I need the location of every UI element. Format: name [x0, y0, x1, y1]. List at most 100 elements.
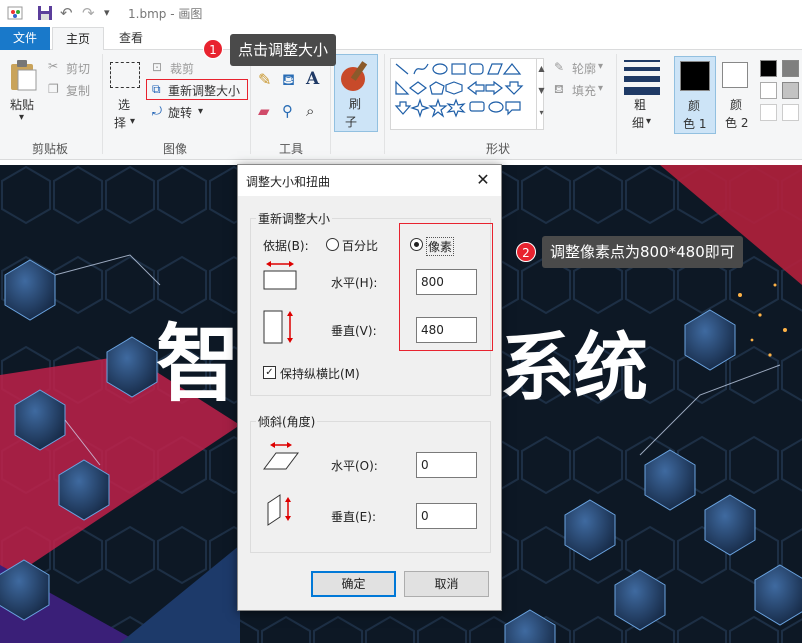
separator — [330, 54, 331, 154]
keep-ratio-label[interactable]: 保持纵横比(M) — [280, 365, 360, 382]
crop-button[interactable]: 裁剪 — [170, 60, 194, 77]
keep-ratio-checkbox[interactable]: ✓ — [263, 366, 276, 379]
ribbon: 粘贴 ▾ ✂ 剪切 ❐ 复制 剪贴板 选 择 ▾ ⊡ 裁剪 ⧉ 重新调整大小 ⤾… — [0, 50, 802, 160]
dialog-titlebar: 调整大小和扭曲 ✕ — [238, 165, 501, 196]
size-label-top[interactable]: 粗 — [634, 96, 646, 113]
resize-horizontal-label: 水平(H): — [331, 276, 378, 290]
redo-icon[interactable]: ↷ — [82, 4, 95, 22]
close-icon[interactable]: ✕ — [473, 170, 493, 190]
size-dropdown-icon[interactable]: ▾ — [646, 116, 651, 127]
separator — [384, 54, 385, 154]
save-icon[interactable] — [36, 4, 54, 22]
background-title-left: 智 — [156, 315, 240, 413]
tab-file[interactable]: 文件 — [0, 27, 50, 50]
percent-radio[interactable] — [326, 238, 339, 251]
select-icon[interactable] — [110, 62, 140, 88]
group-label-shapes: 形状 — [485, 142, 510, 156]
outline-icon: ✎ — [554, 60, 565, 74]
outline-button[interactable]: 轮廓 — [572, 60, 596, 77]
callout-step-2: 调整像素点为800*480即可 — [542, 236, 743, 268]
resize-button[interactable]: 重新调整大小 — [168, 82, 240, 99]
palette-swatch[interactable] — [760, 104, 777, 121]
color1-swatch — [680, 61, 710, 91]
resize-icon: ⧉ — [152, 82, 161, 96]
eraser-icon[interactable]: ▰ — [258, 102, 270, 120]
select-button-bottom[interactable]: 择 — [114, 114, 126, 131]
color-picker-icon[interactable]: ⚲ — [282, 102, 293, 120]
outline-dropdown-icon[interactable]: ▾ — [598, 61, 603, 72]
resize-horizontal-icon — [263, 261, 297, 290]
group-label-tools: 工具 — [278, 142, 303, 156]
tab-home[interactable]: 主页 — [52, 27, 104, 51]
ribbon-tabs: 文件 主页 查看 — [0, 27, 802, 51]
shapes-scroll[interactable]: ▲ ▼ ▾ — [536, 58, 546, 130]
title-bar: ↶ ↷ ▾ 1.bmp - 画图 — [0, 0, 802, 27]
step-badge-2: 2 — [516, 242, 536, 262]
color2-label-bottom[interactable]: 色 2 — [725, 114, 748, 131]
shapes-gallery-icons — [394, 63, 524, 118]
skew-horizontal-label: 水平(O): — [331, 459, 378, 473]
fill-icon: ⛾ — [554, 82, 564, 96]
cut-button[interactable]: 剪切 — [66, 60, 90, 77]
pencil-icon[interactable]: ✎ — [258, 70, 271, 89]
paint-app-icon — [7, 6, 23, 20]
paste-icon[interactable] — [8, 58, 38, 92]
fill-dropdown-icon[interactable]: ▾ — [598, 83, 603, 94]
brushes-button[interactable]: 刷 子 — [334, 54, 378, 132]
palette-swatch[interactable] — [782, 60, 799, 77]
palette-swatch[interactable] — [760, 82, 777, 99]
text-tool-icon[interactable]: A — [306, 69, 319, 89]
percent-label[interactable]: 百分比 — [342, 237, 378, 254]
skew-vertical-label: 垂直(E): — [331, 510, 376, 524]
color1-label-bottom: 色 1 — [683, 117, 707, 131]
fill-bucket-icon[interactable]: ⛾ — [282, 70, 295, 91]
undo-icon[interactable]: ↶ — [60, 4, 73, 22]
pixels-label[interactable]: 像素 — [426, 237, 455, 256]
color1-label-top: 颜 — [688, 99, 701, 113]
select-button-top[interactable]: 选 — [118, 96, 130, 113]
palette-swatch[interactable] — [782, 104, 799, 121]
palette-swatch[interactable] — [782, 82, 799, 99]
skew-vertical-icon — [267, 494, 291, 526]
pixels-radio[interactable] — [410, 238, 423, 251]
cancel-button[interactable]: 取消 — [404, 571, 489, 597]
brush-icon — [341, 61, 368, 91]
cut-icon: ✂ — [48, 59, 59, 73]
resize-legend: 重新调整大小 — [256, 210, 333, 227]
resize-vertical-input[interactable]: 480 — [416, 317, 477, 343]
color1-button[interactable]: 颜 色 1 — [674, 56, 716, 134]
skew-horizontal-icon — [263, 442, 299, 470]
skew-horizontal-input[interactable]: 0 — [416, 452, 477, 478]
copy-icon: ❐ — [48, 82, 59, 96]
rotate-icon: ⤾ — [152, 104, 162, 118]
color2-label-top[interactable]: 颜 — [730, 96, 742, 113]
brushes-label-top: 刷 — [349, 97, 362, 111]
separator — [616, 54, 617, 154]
paste-dropdown-icon[interactable]: ▾ — [19, 112, 24, 123]
dialog-title: 调整大小和扭曲 — [246, 175, 331, 189]
background-title-right: 系统 — [500, 325, 648, 411]
color2-swatch[interactable] — [722, 62, 748, 88]
magnifier-icon[interactable]: ⌕ — [306, 102, 314, 120]
size-icon[interactable] — [624, 60, 660, 95]
rotate-button[interactable]: 旋转 — [168, 104, 192, 121]
size-label-bottom[interactable]: 细 — [632, 114, 644, 131]
tab-view[interactable]: 查看 — [108, 27, 154, 50]
shapes-gallery[interactable] — [390, 58, 544, 130]
skew-vertical-input[interactable]: 0 — [416, 503, 477, 529]
window-title: 1.bmp - 画图 — [128, 7, 203, 21]
quick-access-dropdown-icon[interactable]: ▾ — [104, 6, 110, 24]
resize-skew-dialog: 调整大小和扭曲 ✕ 重新调整大小 依据(B): 百分比 像素 水平(H): 80… — [237, 164, 502, 611]
rotate-dropdown-icon[interactable]: ▾ — [198, 106, 203, 117]
callout-step-1: 点击调整大小 — [230, 34, 337, 66]
select-dropdown-icon[interactable]: ▾ — [130, 116, 135, 127]
paste-button[interactable]: 粘贴 — [10, 96, 34, 113]
ok-button[interactable]: 确定 — [311, 571, 396, 597]
separator — [102, 54, 103, 154]
fill-button[interactable]: 填充 — [572, 82, 596, 99]
palette-swatch[interactable] — [760, 60, 777, 77]
resize-vertical-label: 垂直(V): — [331, 324, 377, 338]
resize-horizontal-input[interactable]: 800 — [416, 269, 477, 295]
crop-icon: ⊡ — [152, 60, 163, 74]
copy-button[interactable]: 复制 — [66, 82, 90, 99]
